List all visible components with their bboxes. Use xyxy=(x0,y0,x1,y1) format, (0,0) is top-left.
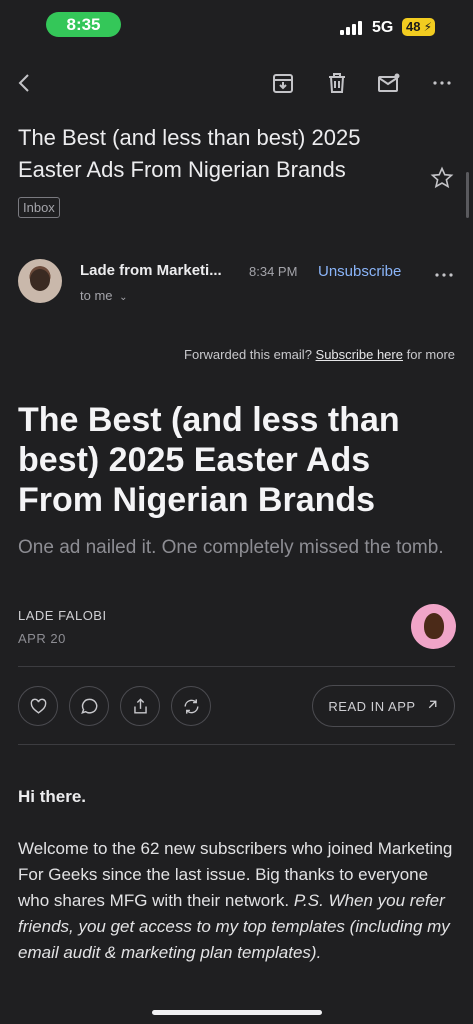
like-button[interactable] xyxy=(18,686,58,726)
status-bar: 8:35 5G 48 ⚡ xyxy=(0,0,473,48)
article-author[interactable]: LADE FALOBI xyxy=(18,608,107,623)
read-in-app-button[interactable]: READ IN APP xyxy=(312,685,455,727)
divider xyxy=(18,744,455,745)
forward-notice: Forwarded this email? Subscribe here for… xyxy=(184,347,455,362)
author-avatar[interactable] xyxy=(411,604,456,649)
sender-more-icon[interactable] xyxy=(432,268,456,286)
back-arrow-icon[interactable] xyxy=(10,68,40,98)
read-in-app-label: READ IN APP xyxy=(328,698,416,714)
forward-suffix: for more xyxy=(402,347,455,362)
recipient-label: to me xyxy=(80,288,113,303)
scrollbar[interactable] xyxy=(466,172,469,218)
email-subject: The Best (and less than best) 2025 Easte… xyxy=(18,125,361,182)
battery-level: 48 xyxy=(406,19,421,34)
star-icon[interactable] xyxy=(430,166,454,190)
greeting: Hi there. xyxy=(18,787,87,806)
forward-prefix: Forwarded this email? xyxy=(184,347,316,362)
battery-icon: 48 ⚡ xyxy=(402,18,435,36)
article-headline: The Best (and less than best) 2025 Easte… xyxy=(18,401,400,519)
sender-avatar[interactable] xyxy=(18,259,62,303)
trash-icon[interactable] xyxy=(322,68,352,98)
sender-name[interactable]: Lade from Marketi... xyxy=(80,262,222,279)
article-date: APR 20 xyxy=(18,631,66,646)
article-subtitle: One ad nailed it. One completely missed … xyxy=(18,537,444,558)
heart-icon xyxy=(30,698,46,714)
comment-button[interactable] xyxy=(69,686,109,726)
signal-icon xyxy=(340,19,364,35)
subscribe-link[interactable]: Subscribe here xyxy=(316,347,403,362)
share-button[interactable] xyxy=(120,686,160,726)
share-icon xyxy=(133,697,147,714)
archive-icon[interactable] xyxy=(268,68,298,98)
network-type: 5G xyxy=(372,19,394,36)
recipient-toggle[interactable]: to me ⌄ xyxy=(80,288,128,303)
restack-button[interactable] xyxy=(171,686,211,726)
comment-icon xyxy=(80,698,97,714)
home-indicator[interactable] xyxy=(152,1010,322,1015)
restack-icon xyxy=(183,698,199,714)
unsubscribe-link[interactable]: Unsubscribe xyxy=(318,263,401,280)
arrow-up-right-icon xyxy=(426,698,439,714)
email-time: 8:34 PM xyxy=(249,264,298,279)
chevron-down-icon: ⌄ xyxy=(119,292,128,303)
mark-unread-icon[interactable] xyxy=(374,68,404,98)
email-toolbar xyxy=(0,62,473,106)
status-time: 8:35 xyxy=(46,12,121,37)
body-paragraph: Welcome to the 62 new subscribers who jo… xyxy=(18,836,458,966)
label-chip[interactable]: Inbox xyxy=(18,197,60,218)
more-horizontal-icon[interactable] xyxy=(427,68,457,98)
divider xyxy=(18,666,455,667)
